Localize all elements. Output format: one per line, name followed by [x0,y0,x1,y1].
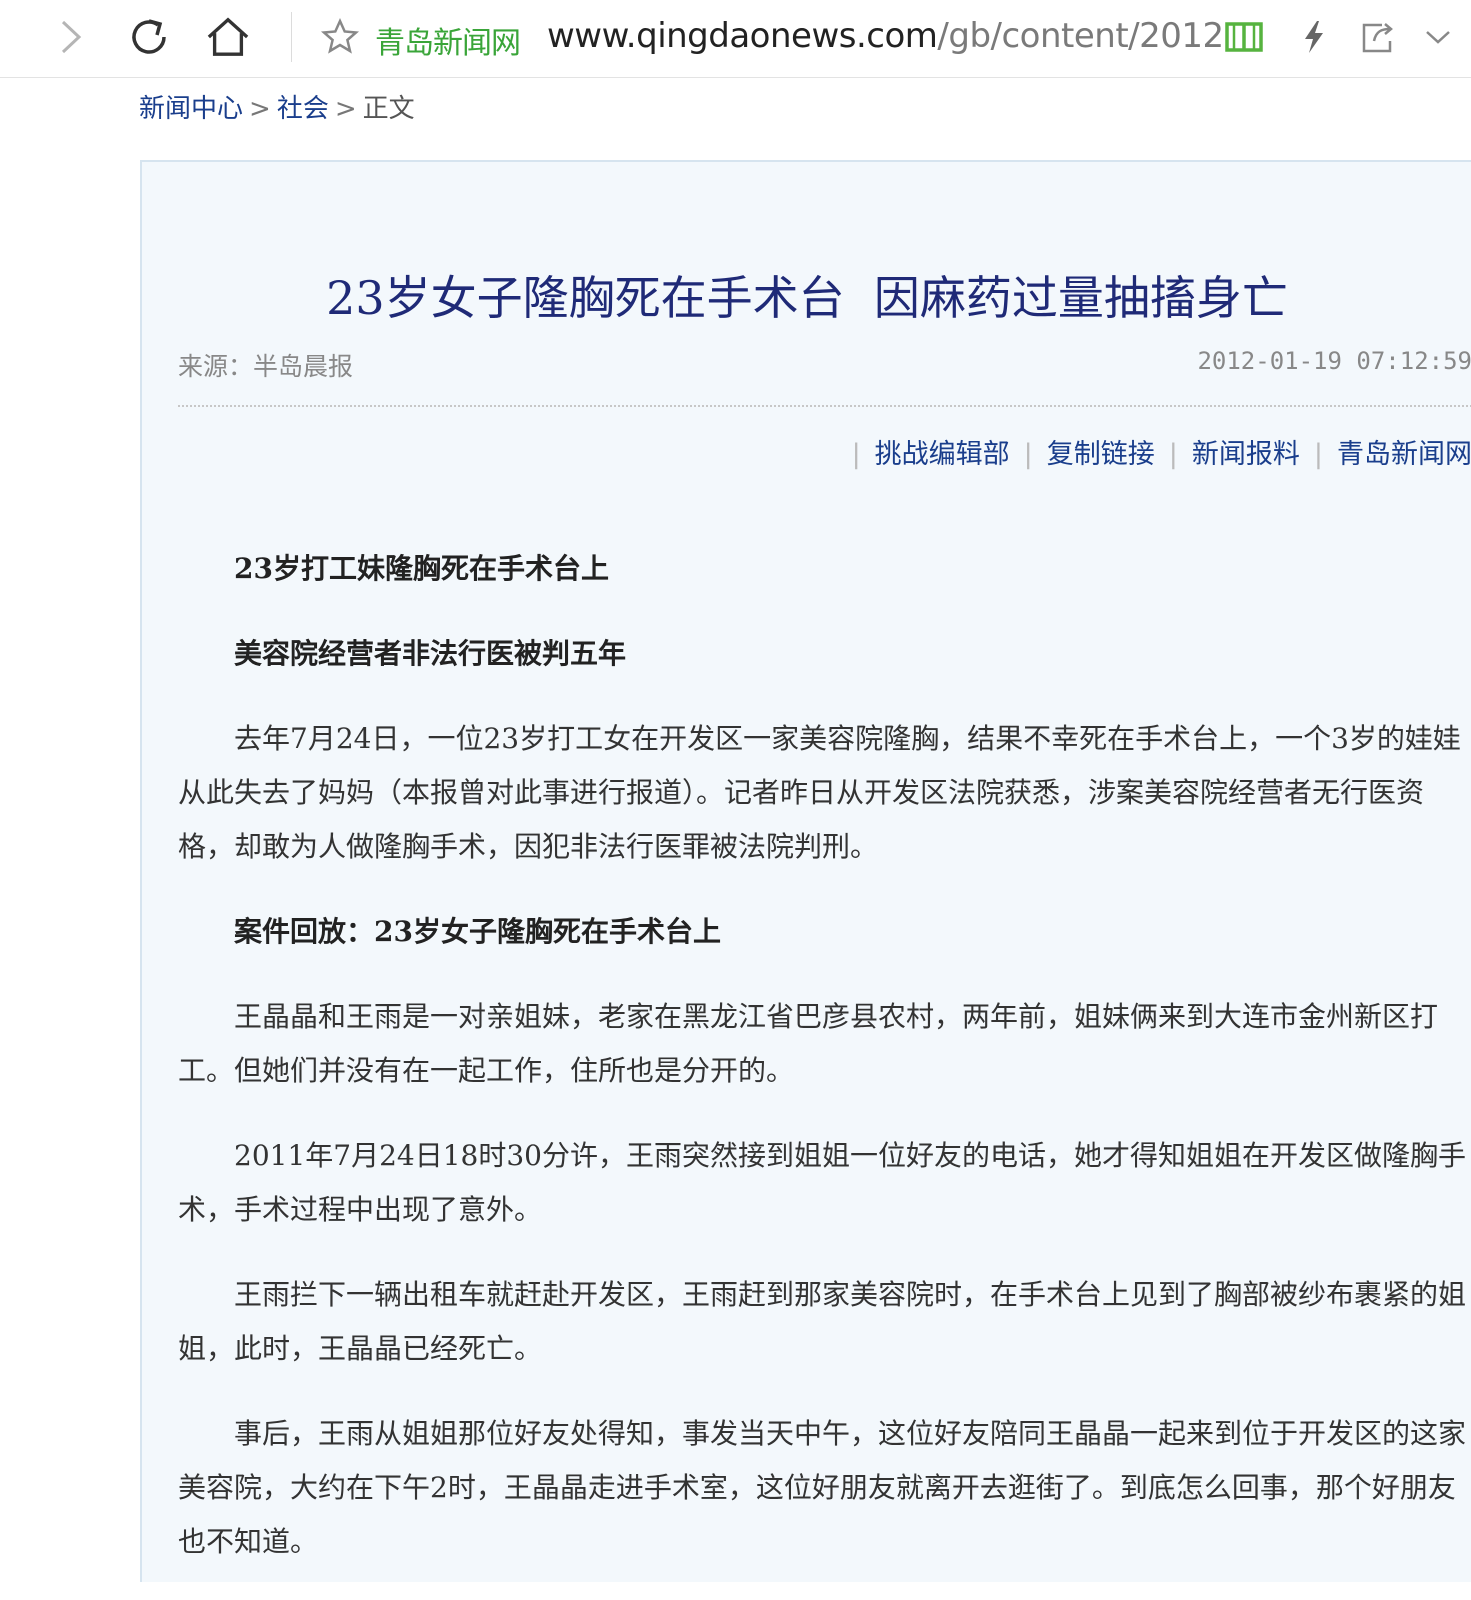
action-separator: | [851,439,861,470]
toolbar-divider [291,12,292,62]
copy-link-link[interactable]: 复制链接 [1047,439,1155,470]
url-path: /gb/content/2012 [937,16,1224,56]
chevron-down-icon[interactable] [1416,12,1460,62]
bookmark-star-icon[interactable] [318,12,362,62]
challenge-editor-link[interactable]: 挑战编辑部 [875,439,1010,470]
action-separator: | [1313,439,1323,470]
breadcrumb-separator: > [334,94,357,124]
article-subheading: 美容院经营者非法行医被判五年 [234,637,627,670]
breadcrumb-current: 正文 [362,94,415,124]
breadcrumb-news-center[interactable]: 新闻中心 [139,94,243,124]
article-actions: | 挑战编辑部 | 复制链接 | 新闻报料 | 青岛新闻网 [838,432,1471,471]
site-name-label: 青岛新闻网 [375,26,521,61]
reload-icon[interactable] [127,12,171,62]
article-source: 来源：半岛晨报 [178,352,354,381]
divider [178,405,1471,407]
breadcrumb: 新闻中心 > 社会 > 正文 [139,88,415,125]
reader-mode-icon[interactable] [1222,12,1266,62]
article-paragraph: 王雨拦下一辆出租车就赶赴开发区，王雨赶到那家美容院时，在手术台上见到了胸部被纱布… [178,1278,1467,1365]
share-icon[interactable] [1356,12,1400,62]
home-icon[interactable] [206,12,250,62]
article-paragraph: 事后，王雨从姐姐那位好友处得知，事发当天中午，这位好友陪同王晶晶一起来到位于开发… [178,1417,1467,1558]
article-paragraph: 王晶晶和王雨是一对亲姐妹，老家在黑龙江省巴彦县农村，两年前，姐妹俩来到大连市金州… [178,1000,1439,1087]
address-bar[interactable]: www.qingdaonews.com/gb/content/2012 [547,16,1224,56]
article-meta: 来源：半岛晨报 2012-01-19 07:12:59 [178,347,1471,383]
article-body: 23岁打工妹隆胸死在手术台上 美容院经营者非法行医被判五年 去年7月24日，一位… [178,542,1471,1600]
action-separator: | [1023,439,1033,470]
url-host: www.qingdaonews.com [547,16,938,56]
article-subheading: 23岁打工妹隆胸死在手术台上 [234,552,609,585]
article-title: 23岁女子隆胸死在手术台 因麻药过量抽搐身亡 [326,271,1288,325]
browser-toolbar: 青岛新闻网 www.qingdaonews.com/gb/content/201… [0,0,1471,78]
forward-icon[interactable] [48,12,92,62]
lightning-icon[interactable] [1292,12,1336,62]
qingdao-news-link[interactable]: 青岛新闻网 [1337,439,1471,470]
breadcrumb-society[interactable]: 社会 [277,94,329,124]
article-time: 2012-01-19 07:12:59 [1197,347,1471,375]
breadcrumb-separator: > [249,94,271,124]
article-paragraph: 去年7月24日，一位23岁打工女在开发区一家美容院隆胸，结果不幸死在手术台上，一… [178,722,1461,863]
article-subheading: 案件回放：23岁女子隆胸死在手术台上 [234,915,721,948]
news-tip-link[interactable]: 新闻报料 [1192,439,1300,470]
article-paragraph: 2011年7月24日18时30分许，王雨突然接到姐姐一位好友的电话，她才得知姐姐… [178,1139,1466,1226]
article-container: 23岁女子隆胸死在手术台 因麻药过量抽搐身亡 来源：半岛晨报 2012-01-1… [140,160,1471,1582]
action-separator: | [1168,439,1178,470]
